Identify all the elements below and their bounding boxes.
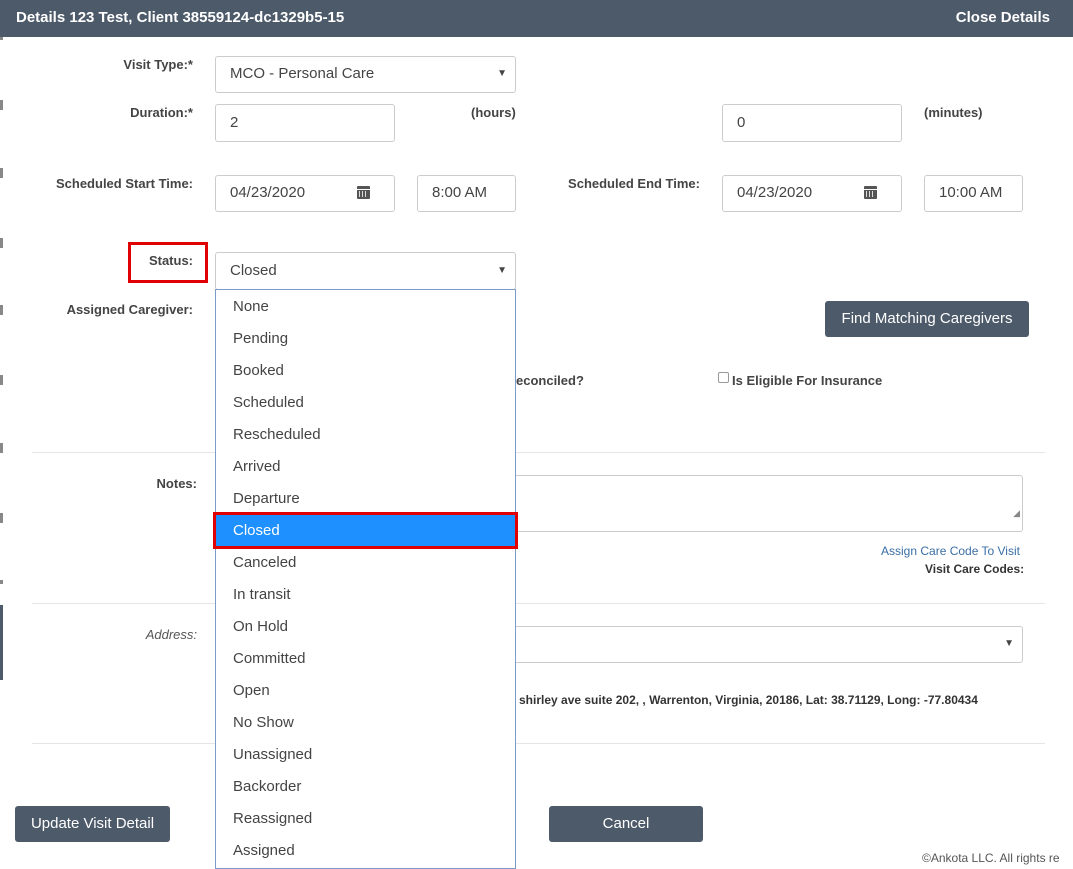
- close-details-button[interactable]: Close Details: [956, 9, 1050, 26]
- chevron-down-icon: ▼: [497, 68, 507, 79]
- duration-label: Duration:*: [130, 105, 193, 120]
- divider: [32, 452, 1045, 453]
- status-select[interactable]: Closed ▼: [215, 252, 516, 290]
- status-option[interactable]: Backorder: [216, 771, 515, 803]
- divider: [32, 743, 1045, 744]
- assigned-caregiver-label: Assigned Caregiver:: [66, 302, 193, 317]
- status-option[interactable]: Rescheduled: [216, 419, 515, 451]
- status-dropdown-list: None Pending Booked Scheduled Reschedule…: [215, 289, 516, 869]
- chevron-down-icon: ▼: [1004, 638, 1014, 649]
- modal-header: Details 123 Test, Client 38559124-dc1329…: [0, 0, 1073, 37]
- status-label: Status:: [148, 253, 193, 268]
- visit-type-select[interactable]: MCO - Personal Care ▼: [215, 56, 516, 93]
- notes-label: Notes:: [156, 476, 197, 491]
- calendar-icon[interactable]: [357, 186, 370, 199]
- start-time-label: Scheduled Start Time:: [55, 176, 193, 191]
- status-option[interactable]: None: [216, 291, 515, 323]
- status-option[interactable]: Unassigned: [216, 739, 515, 771]
- status-option[interactable]: Departure: [216, 483, 515, 515]
- calendar-icon[interactable]: [864, 186, 877, 199]
- update-visit-detail-button[interactable]: Update Visit Detail: [15, 806, 170, 842]
- visit-care-codes-label: Visit Care Codes:: [925, 562, 1025, 576]
- status-option[interactable]: Scheduled: [216, 387, 515, 419]
- end-date-value: 04/23/2020: [737, 184, 813, 201]
- status-option[interactable]: Arrived: [216, 451, 515, 483]
- address-select[interactable]: ▼: [500, 626, 1023, 663]
- status-option[interactable]: In transit: [216, 579, 515, 611]
- minutes-unit-label: (minutes): [924, 105, 983, 120]
- copyright-text: ©Ankota LLC. All rights re: [922, 851, 1060, 865]
- status-option[interactable]: Booked: [216, 355, 515, 387]
- chevron-down-icon: ▼: [497, 265, 507, 276]
- resize-handle-icon[interactable]: ◢: [1013, 496, 1020, 530]
- start-date-value: 04/23/2020: [230, 184, 306, 201]
- visit-type-value: MCO - Personal Care: [230, 65, 375, 82]
- visit-type-label: Visit Type:*: [123, 57, 193, 72]
- assign-care-code-link[interactable]: Assign Care Code To Visit: [881, 544, 1020, 558]
- status-option[interactable]: Canceled: [216, 547, 515, 579]
- start-date-input[interactable]: 04/23/2020: [215, 175, 395, 212]
- address-details: shirley ave suite 202, , Warrenton, Virg…: [519, 693, 978, 707]
- end-date-input[interactable]: 04/23/2020: [722, 175, 902, 212]
- eligible-insurance-checkbox[interactable]: [718, 372, 729, 383]
- hours-unit-label: (hours): [471, 105, 516, 120]
- divider: [32, 603, 1045, 604]
- status-option[interactable]: Pending: [216, 323, 515, 355]
- end-time-input[interactable]: 10:00 AM: [924, 175, 1023, 212]
- modal-title: Details 123 Test, Client 38559124-dc1329…: [16, 9, 345, 26]
- status-option[interactable]: Reassigned: [216, 803, 515, 835]
- reconciled-label: econciled?: [516, 373, 584, 388]
- start-time-input[interactable]: 8:00 AM: [417, 175, 516, 212]
- status-option[interactable]: On Hold: [216, 611, 515, 643]
- duration-minutes-input[interactable]: 0: [722, 104, 902, 142]
- find-matching-caregivers-button[interactable]: Find Matching Caregivers: [825, 301, 1029, 337]
- status-option[interactable]: Committed: [216, 643, 515, 675]
- status-value: Closed: [230, 262, 277, 279]
- address-label: Address:: [145, 627, 197, 642]
- status-option[interactable]: Assigned: [216, 835, 515, 867]
- duration-hours-input[interactable]: 2: [215, 104, 395, 142]
- status-option[interactable]: No Show: [216, 707, 515, 739]
- status-option[interactable]: Open: [216, 675, 515, 707]
- end-time-label: Scheduled End Time:: [568, 176, 700, 191]
- selected-option-highlight: [213, 512, 518, 549]
- notes-textarea[interactable]: ◢: [500, 475, 1023, 532]
- cancel-button[interactable]: Cancel: [549, 806, 703, 842]
- eligible-insurance-label: Is Eligible For Insurance: [732, 373, 883, 388]
